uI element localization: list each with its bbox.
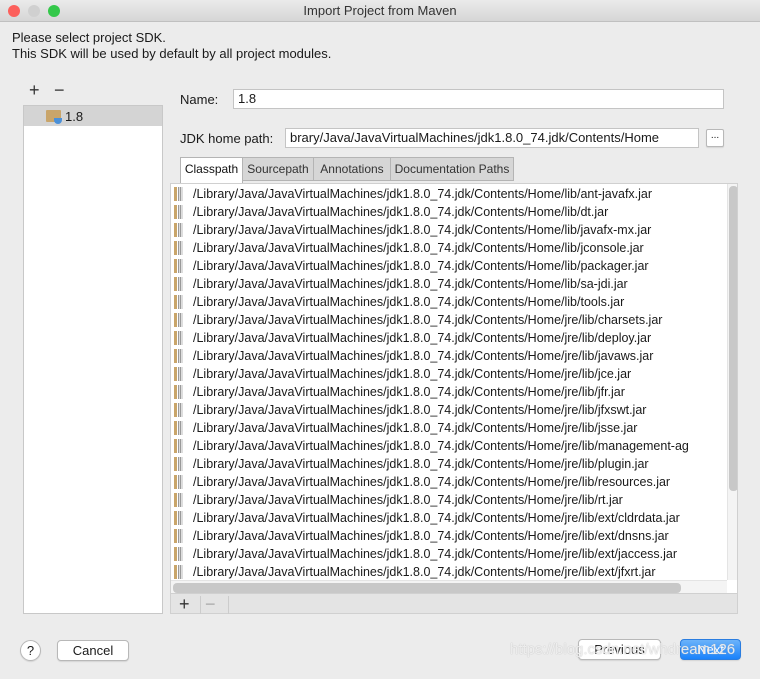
classpath-entry[interactable]: /Library/Java/JavaVirtualMachines/jdk1.8… — [171, 491, 727, 509]
classpath-toolbar: + − — [170, 594, 738, 614]
classpath-entry[interactable]: /Library/Java/JavaVirtualMachines/jdk1.8… — [171, 509, 727, 527]
cancel-button[interactable]: Cancel — [57, 640, 129, 661]
classpath-entry[interactable]: /Library/Java/JavaVirtualMachines/jdk1.8… — [171, 347, 727, 365]
watermark: https://blog.csdn.net/whdream126 — [510, 641, 736, 658]
classpath-path: /Library/Java/JavaVirtualMachines/jdk1.8… — [193, 259, 649, 273]
name-label: Name: — [180, 92, 219, 107]
classpath-path: /Library/Java/JavaVirtualMachines/jdk1.8… — [193, 295, 625, 309]
classpath-path: /Library/Java/JavaVirtualMachines/jdk1.8… — [193, 385, 625, 399]
classpath-path: /Library/Java/JavaVirtualMachines/jdk1.8… — [193, 511, 680, 525]
remove-path-button[interactable]: − — [205, 595, 229, 614]
classpath-path: /Library/Java/JavaVirtualMachines/jdk1.8… — [193, 403, 647, 417]
classpath-entry[interactable]: /Library/Java/JavaVirtualMachines/jdk1.8… — [171, 293, 727, 311]
classpath-entry[interactable]: /Library/Java/JavaVirtualMachines/jdk1.8… — [171, 239, 727, 257]
classpath-path: /Library/Java/JavaVirtualMachines/jdk1.8… — [193, 277, 628, 291]
jar-icon — [174, 367, 183, 381]
classpath-list: /Library/Java/JavaVirtualMachines/jdk1.8… — [170, 183, 738, 594]
jdk-folder-icon — [46, 110, 62, 124]
classpath-entry[interactable]: /Library/Java/JavaVirtualMachines/jdk1.8… — [171, 221, 727, 239]
classpath-entry[interactable]: /Library/Java/JavaVirtualMachines/jdk1.8… — [171, 311, 727, 329]
jar-icon — [174, 205, 183, 219]
jar-icon — [174, 493, 183, 507]
add-path-button[interactable]: + — [179, 595, 201, 614]
horizontal-scroll-thumb[interactable] — [173, 583, 681, 593]
jar-icon — [174, 187, 183, 201]
tab-sourcepath[interactable]: Sourcepath — [242, 157, 314, 181]
horizontal-scrollbar[interactable] — [171, 580, 727, 593]
jar-icon — [174, 511, 183, 525]
classpath-entry[interactable]: /Library/Java/JavaVirtualMachines/jdk1.8… — [171, 185, 727, 203]
classpath-path: /Library/Java/JavaVirtualMachines/jdk1.8… — [193, 475, 671, 489]
classpath-path: /Library/Java/JavaVirtualMachines/jdk1.8… — [193, 547, 678, 561]
jar-icon — [174, 475, 183, 489]
help-button[interactable]: ? — [20, 640, 41, 661]
classpath-path: /Library/Java/JavaVirtualMachines/jdk1.8… — [193, 313, 663, 327]
jar-icon — [174, 457, 183, 471]
jdk-home-path-label: JDK home path: — [180, 131, 274, 146]
title-bar: Import Project from Maven — [0, 0, 760, 22]
classpath-path: /Library/Java/JavaVirtualMachines/jdk1.8… — [193, 565, 656, 579]
classpath-path: /Library/Java/JavaVirtualMachines/jdk1.8… — [193, 457, 649, 471]
jar-icon — [174, 349, 183, 363]
classpath-entry[interactable]: /Library/Java/JavaVirtualMachines/jdk1.8… — [171, 257, 727, 275]
jar-icon — [174, 565, 183, 579]
jar-icon — [174, 331, 183, 345]
classpath-path: /Library/Java/JavaVirtualMachines/jdk1.8… — [193, 349, 654, 363]
classpath-entry[interactable]: /Library/Java/JavaVirtualMachines/jdk1.8… — [171, 437, 727, 455]
classpath-path: /Library/Java/JavaVirtualMachines/jdk1.8… — [193, 205, 609, 219]
tab-annotations[interactable]: Annotations — [313, 157, 391, 181]
jar-icon — [174, 421, 183, 435]
classpath-path: /Library/Java/JavaVirtualMachines/jdk1.8… — [193, 187, 653, 201]
jar-icon — [174, 259, 183, 273]
jar-icon — [174, 277, 183, 291]
minimize-window-button[interactable] — [28, 5, 40, 17]
jdk-home-path-input[interactable]: brary/Java/JavaVirtualMachines/jdk1.8.0_… — [285, 128, 699, 148]
classpath-entry[interactable]: /Library/Java/JavaVirtualMachines/jdk1.8… — [171, 275, 727, 293]
jar-icon — [174, 403, 183, 417]
sdk-label: 1.8 — [65, 108, 84, 124]
classpath-entry[interactable]: /Library/Java/JavaVirtualMachines/jdk1.8… — [171, 383, 727, 401]
vertical-scroll-thumb[interactable] — [729, 186, 737, 491]
classpath-path: /Library/Java/JavaVirtualMachines/jdk1.8… — [193, 439, 689, 453]
classpath-entry[interactable]: /Library/Java/JavaVirtualMachines/jdk1.8… — [171, 419, 727, 437]
classpath-entry[interactable]: /Library/Java/JavaVirtualMachines/jdk1.8… — [171, 455, 727, 473]
tab-documentation-paths[interactable]: Documentation Paths — [390, 157, 514, 181]
classpath-path: /Library/Java/JavaVirtualMachines/jdk1.8… — [193, 331, 652, 345]
classpath-entry[interactable]: /Library/Java/JavaVirtualMachines/jdk1.8… — [171, 401, 727, 419]
window-title: Import Project from Maven — [303, 3, 457, 18]
description-line-2: This SDK will be used by default by all … — [12, 46, 332, 61]
jar-icon — [174, 295, 183, 309]
classpath-path: /Library/Java/JavaVirtualMachines/jdk1.8… — [193, 529, 669, 543]
description-line-1: Please select project SDK. — [12, 30, 166, 45]
classpath-entry[interactable]: /Library/Java/JavaVirtualMachines/jdk1.8… — [171, 365, 727, 383]
classpath-path: /Library/Java/JavaVirtualMachines/jdk1.8… — [193, 367, 632, 381]
tab-classpath[interactable]: Classpath — [180, 157, 243, 183]
remove-sdk-button[interactable]: − — [54, 81, 65, 99]
name-input[interactable]: 1.8 — [233, 89, 724, 109]
classpath-path: /Library/Java/JavaVirtualMachines/jdk1.8… — [193, 421, 638, 435]
jar-icon — [174, 385, 183, 399]
jar-icon — [174, 547, 183, 561]
classpath-entry[interactable]: /Library/Java/JavaVirtualMachines/jdk1.8… — [171, 545, 727, 563]
jar-icon — [174, 241, 183, 255]
sdk-list: 1.8 — [23, 105, 163, 614]
jar-icon — [174, 529, 183, 543]
classpath-path: /Library/Java/JavaVirtualMachines/jdk1.8… — [193, 241, 644, 255]
jar-icon — [174, 439, 183, 453]
browse-button[interactable]: ... — [706, 129, 724, 147]
add-sdk-button[interactable]: + — [29, 81, 40, 99]
classpath-path: /Library/Java/JavaVirtualMachines/jdk1.8… — [193, 223, 652, 237]
jar-icon — [174, 313, 183, 327]
classpath-entry[interactable]: /Library/Java/JavaVirtualMachines/jdk1.8… — [171, 329, 727, 347]
classpath-entry[interactable]: /Library/Java/JavaVirtualMachines/jdk1.8… — [171, 203, 727, 221]
classpath-entry[interactable]: /Library/Java/JavaVirtualMachines/jdk1.8… — [171, 527, 727, 545]
vertical-scrollbar[interactable] — [727, 184, 737, 580]
jar-icon — [174, 223, 183, 237]
close-window-button[interactable] — [8, 5, 20, 17]
zoom-window-button[interactable] — [48, 5, 60, 17]
sdk-list-item[interactable]: 1.8 — [24, 106, 162, 126]
classpath-entry[interactable]: /Library/Java/JavaVirtualMachines/jdk1.8… — [171, 563, 727, 581]
classpath-entry[interactable]: /Library/Java/JavaVirtualMachines/jdk1.8… — [171, 473, 727, 491]
classpath-path: /Library/Java/JavaVirtualMachines/jdk1.8… — [193, 493, 623, 507]
